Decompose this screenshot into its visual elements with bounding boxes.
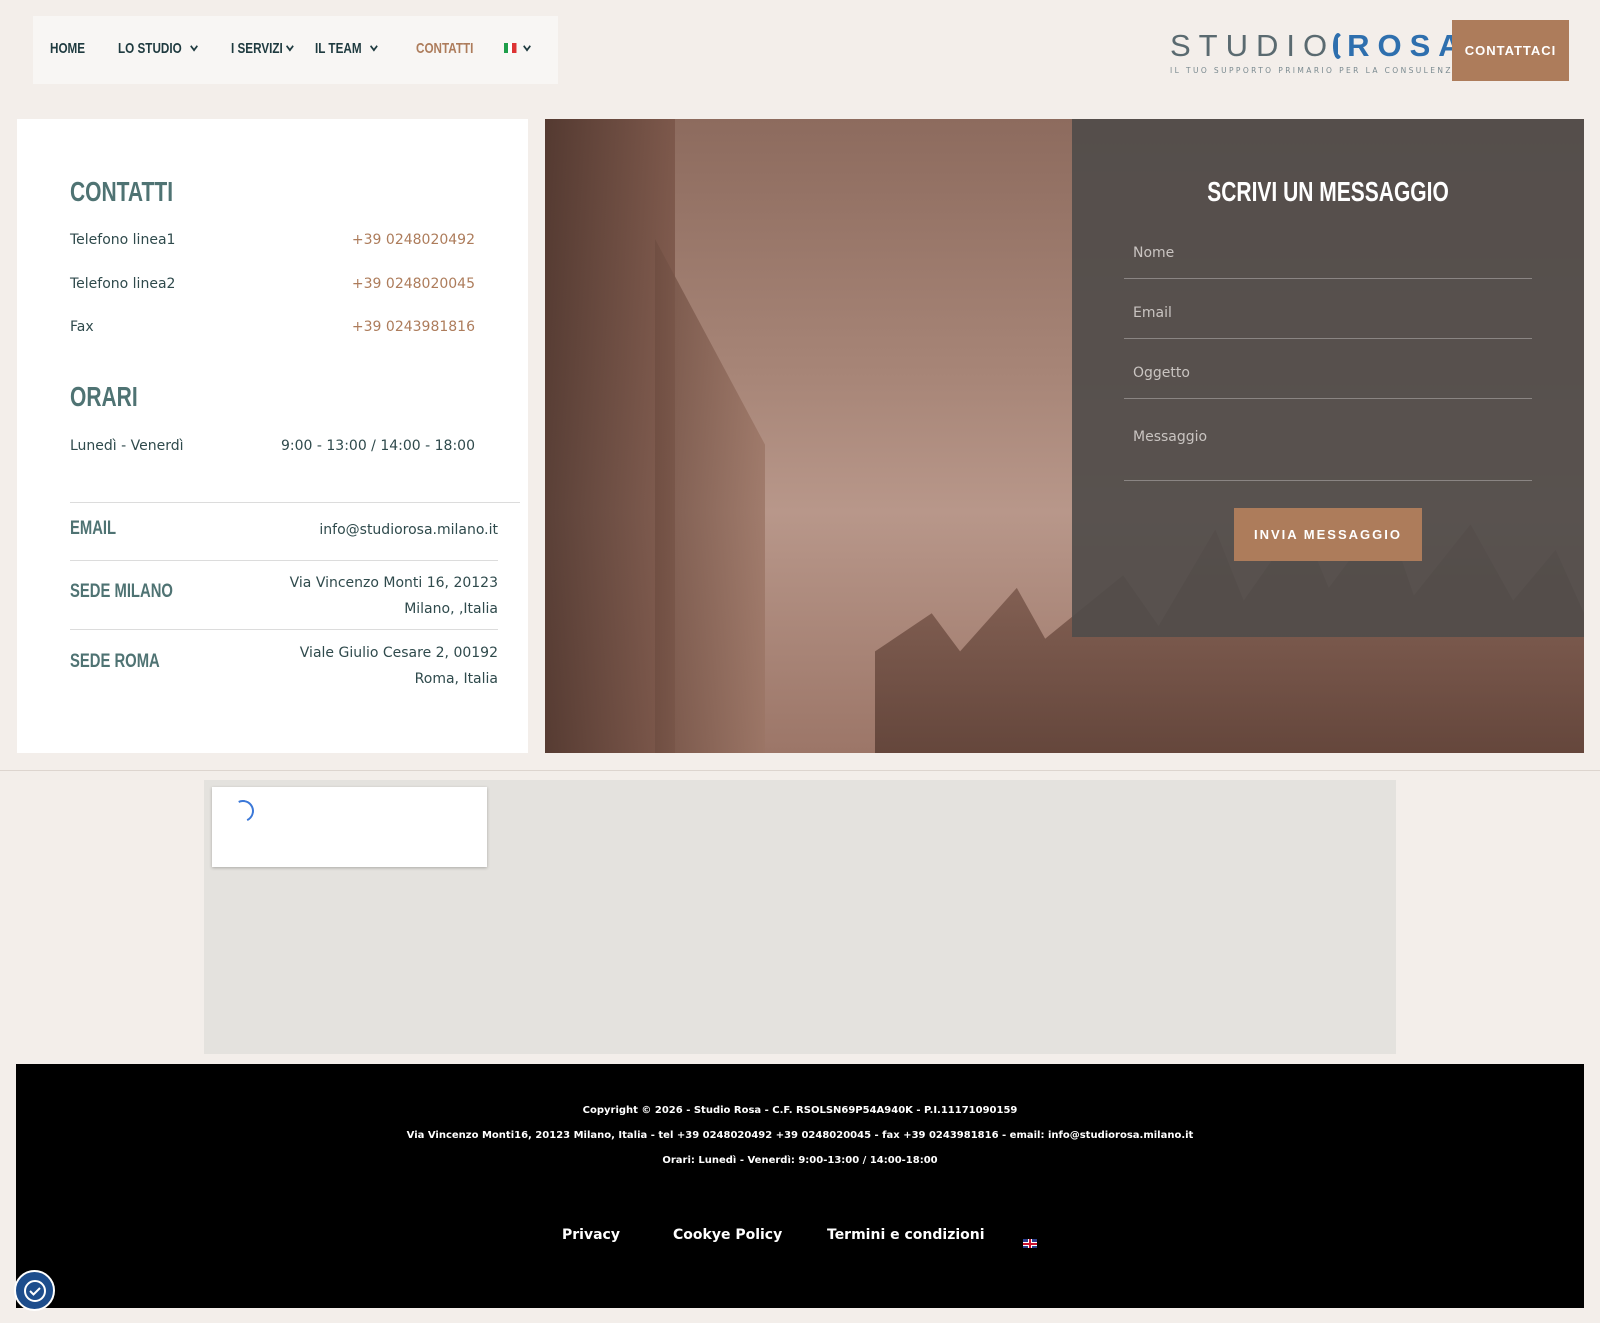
map-embed[interactable] <box>204 780 1396 1054</box>
footer: Copyright © 2026 - Studio Rosa - C.F. RS… <box>16 1064 1584 1308</box>
contact-label: Telefono linea1 <box>70 232 176 248</box>
contacts-title: CONTATTI <box>70 176 174 207</box>
divider <box>70 560 498 561</box>
hero-image-duomo: SCRIVI UN MESSAGGIO Nome Email Oggetto M… <box>545 119 1584 753</box>
footer-copyright: Copyright © 2026 - Studio Rosa - C.F. RS… <box>582 1105 1018 1116</box>
footer-language-switch[interactable] <box>1023 1233 1037 1252</box>
section-divider <box>0 770 1600 771</box>
name-field[interactable]: Nome <box>1124 245 1532 279</box>
cookie-icon <box>23 1279 46 1302</box>
map-info-box <box>212 787 487 867</box>
cookie-settings-button[interactable] <box>14 1270 55 1311</box>
hours-title: ORARI <box>70 381 138 412</box>
nav-home[interactable]: HOME <box>50 40 85 57</box>
sede-roma-label: SEDE ROMA <box>70 651 160 672</box>
flag-it-icon <box>504 43 517 53</box>
hours-label: Lunedì - Venerdì <box>70 438 184 454</box>
contact-label: Fax <box>70 319 94 335</box>
subject-field[interactable]: Oggetto <box>1124 365 1532 399</box>
phone-link[interactable]: +39 0248020492 <box>352 232 475 248</box>
sede-milano-label: SEDE MILANO <box>70 581 173 602</box>
divider <box>70 629 498 630</box>
footer-link-terms[interactable]: Termini e condizioni <box>827 1227 985 1243</box>
chevron-down-icon <box>189 41 198 52</box>
flag-uk-icon <box>1023 1239 1037 1248</box>
loading-spinner-icon <box>228 796 258 826</box>
building-facade <box>655 239 765 753</box>
nav-il-team[interactable]: IL TEAM <box>315 40 378 57</box>
main-nav: HOME LO STUDIO I SERVIZI IL TEAM CONTATT… <box>33 16 558 84</box>
contattaci-button[interactable]: CONTATTACI <box>1452 20 1569 81</box>
email-link[interactable]: info@studiorosa.milano.it <box>319 517 498 543</box>
logo-word-studio: STUDIO <box>1170 28 1336 63</box>
contact-form: SCRIVI UN MESSAGGIO Nome Email Oggetto M… <box>1072 119 1584 637</box>
footer-link-privacy[interactable]: Privacy <box>562 1227 620 1243</box>
logo[interactable]: STUDIO ROSA IL TUO SUPPORTO PRIMARIO PER … <box>1170 28 1461 76</box>
chevron-down-icon <box>523 41 531 51</box>
hours-value: 9:00 - 13:00 / 14:00 - 18:00 <box>281 438 475 454</box>
contacts-card: CONTATTI Telefono linea1 +39 0248020492 … <box>17 119 528 753</box>
language-switcher[interactable] <box>504 41 531 53</box>
footer-address: Via Vincenzo Monti16, 20123 Milano, Ital… <box>406 1130 1194 1141</box>
form-title: SCRIVI UN MESSAGGIO <box>1207 176 1449 207</box>
divider <box>70 502 520 503</box>
logo-word-rosa: ROSA <box>1347 28 1469 63</box>
footer-link-cookie-policy[interactable]: Cookye Policy <box>673 1227 782 1243</box>
send-message-button[interactable]: INVIA MESSAGGIO <box>1234 508 1422 561</box>
logo-ring-icon <box>1333 33 1344 59</box>
message-field[interactable]: Messaggio <box>1124 429 1532 481</box>
chevron-down-icon <box>369 41 378 52</box>
phone-link[interactable]: +39 0248020045 <box>352 276 475 292</box>
sede-roma-address: Viale Giulio Cesare 2, 00192 Roma, Itali… <box>299 645 498 687</box>
nav-lo-studio[interactable]: LO STUDIO <box>118 40 198 57</box>
logo-tagline: IL TUO SUPPORTO PRIMARIO PER LA CONSULEN… <box>1170 66 1461 75</box>
sede-milano-address: Via Vincenzo Monti 16, 20123 Milano, ,It… <box>289 575 498 617</box>
email-field[interactable]: Email <box>1124 305 1532 339</box>
nav-contatti[interactable]: CONTATTI <box>416 40 473 57</box>
fax-link[interactable]: +39 0243981816 <box>352 319 475 335</box>
nav-i-servizi[interactable]: I SERVIZI <box>231 40 295 57</box>
chevron-down-icon <box>286 41 295 52</box>
email-label: EMAIL <box>70 518 117 539</box>
contact-label: Telefono linea2 <box>70 276 176 292</box>
footer-hours: Orari: Lunedì - Venerdì: 9:00-13:00 / 14… <box>662 1155 938 1166</box>
